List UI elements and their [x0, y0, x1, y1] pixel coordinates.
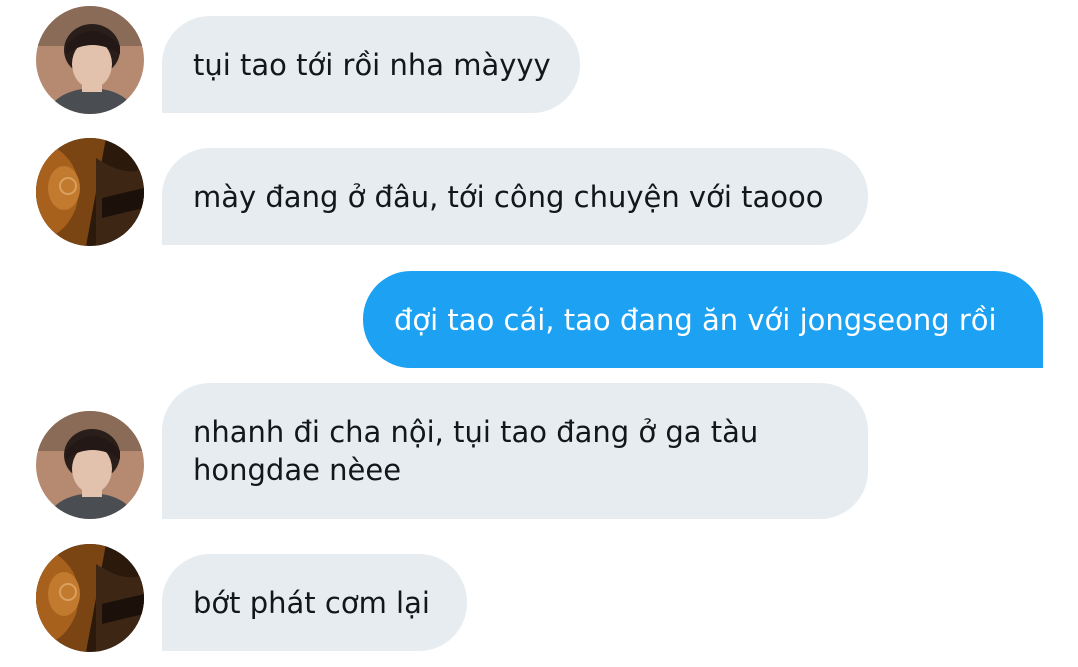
- message-text: nhanh đi cha nội, tụi tao đang ở ga tàu …: [193, 415, 759, 487]
- chat-thread: tụi tao tới rồi nha màyyy mày đang ở đâu…: [0, 0, 1078, 667]
- incoming-message-bubble[interactable]: nhanh đi cha nội, tụi tao đang ở ga tàu …: [162, 383, 868, 519]
- incoming-message-bubble[interactable]: tụi tao tới rồi nha màyyy: [162, 16, 580, 113]
- avatar-boy-image: [36, 6, 144, 114]
- avatar[interactable]: [36, 138, 144, 246]
- avatar-dark-photo-image: [36, 138, 144, 246]
- avatar-boy-image: [36, 411, 144, 519]
- avatar[interactable]: [36, 6, 144, 114]
- outgoing-message-bubble[interactable]: đợi tao cái, tao đang ăn với jongseong r…: [363, 271, 1043, 368]
- message-text: mày đang ở đâu, tới công chuyện với taoo…: [193, 179, 824, 214]
- message-text: đợi tao cái, tao đang ăn với jongseong r…: [394, 302, 997, 337]
- message-text: bớt phát cơm lại: [193, 585, 430, 620]
- incoming-message-bubble[interactable]: bớt phát cơm lại: [162, 554, 467, 651]
- avatar[interactable]: [36, 411, 144, 519]
- message-text: tụi tao tới rồi nha màyyy: [193, 47, 551, 82]
- incoming-message-bubble[interactable]: mày đang ở đâu, tới công chuyện với taoo…: [162, 148, 868, 245]
- avatar-dark-photo-image: [36, 544, 144, 652]
- avatar[interactable]: [36, 544, 144, 652]
